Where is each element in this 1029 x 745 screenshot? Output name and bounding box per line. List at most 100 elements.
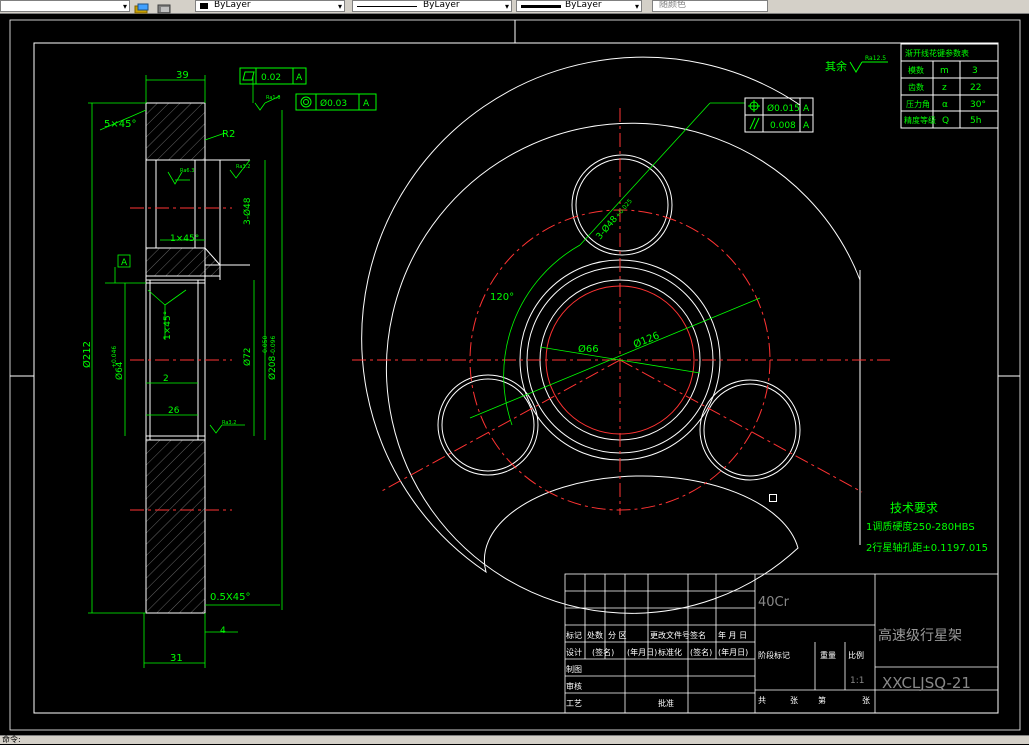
drawing-canvas[interactable]: 39 31 5×45° R2 1×45° A 2 26 0.5X45° 4 Ø2… [0, 13, 1029, 735]
linetype-sample [357, 6, 417, 7]
dim-chamfer-1x45: 1×45° [170, 234, 199, 244]
dim-1x45-b: 1×45° [163, 311, 173, 340]
gear-table: 渐开线花键参数表 模数 m 3 齿数 z 22 压力角 α 30° 精度等级 Q… [900, 43, 999, 129]
standard-signed: (签名) [690, 647, 712, 657]
gear-row-3-name: 压力角 [906, 99, 930, 109]
tech-req-line2: 2行星轴孔距±0.1197.015 [866, 541, 988, 554]
fcf-flatness: 0.02 A [239, 67, 307, 85]
layer-previous-icon[interactable] [155, 0, 173, 14]
dim-39: 39 [176, 70, 189, 81]
par-datum: A [803, 121, 810, 131]
flatness-datum: A [296, 73, 303, 83]
ratio-label: 比例 [848, 650, 864, 660]
rough-label-a: Ra6.3 [180, 168, 194, 174]
rough-label-b: Ra3.2 [236, 164, 250, 170]
fcf-coaxiality: Ø0.03 A [295, 93, 377, 111]
rough-label-c: Ra3.2 [222, 420, 236, 426]
plotstyle-control[interactable]: 随颜色 [652, 0, 768, 12]
upper-hatch-2 [145, 247, 221, 277]
pos-value: Ø0.015 [767, 103, 800, 114]
gear-table-title: 渐开线花键参数表 [905, 48, 969, 58]
gear-row-3-sym: α [942, 100, 948, 110]
lineweight-control[interactable]: ByLayer ▾ [516, 0, 642, 12]
fcf-position: Ø0.015 A 0.008 A [744, 97, 814, 133]
gear-row-2-val: 22 [970, 83, 981, 93]
linetype-control[interactable]: ByLayer ▾ [352, 0, 512, 12]
dim-3-48-right-tol: +0.025 [614, 198, 634, 220]
standard-date: (年月日) [718, 647, 748, 657]
coax-datum: A [363, 99, 370, 109]
dim-chamfer-05: 0.5X45° [210, 592, 250, 603]
dim-208-tol-up: -0.050 [262, 335, 269, 355]
pickbox-cursor [769, 494, 777, 502]
dim-120: 120° [490, 292, 514, 303]
page-label: 第 [818, 695, 826, 705]
dim-72: Ø72 [242, 347, 253, 366]
hole-right [699, 379, 801, 481]
front-view [352, 56, 890, 614]
hdr-date: 年 月 日 [718, 630, 747, 640]
chevron-down-icon: ▾ [122, 2, 127, 11]
gear-row-2-sym: z [942, 83, 947, 93]
gear-row-4-name: 精度等级 [904, 115, 936, 125]
dim-66: Ø66 [578, 343, 599, 355]
gear-row-1-name: 模数 [908, 65, 924, 75]
design-date: (年月日) [627, 647, 657, 657]
hdr-zone: 分 区 [608, 631, 627, 640]
dim-26: 26 [168, 406, 180, 416]
coax-value: Ø0.03 [320, 98, 347, 109]
stage-label: 阶段标记 [758, 650, 790, 660]
pos-datum: A [803, 104, 810, 114]
par-value: 0.008 [770, 121, 796, 131]
layer-dropdown-tail[interactable]: ▾ [0, 0, 130, 12]
dim-208-tol-dn: -0.096 [270, 335, 277, 355]
sheets-label: 张 [790, 696, 798, 705]
dim-208: Ø208 [267, 355, 278, 380]
lineweight-sample [521, 5, 561, 8]
dim-64-tol: +0.046 [111, 346, 118, 368]
gear-row-4-sym: Q [942, 116, 949, 126]
rest-rough-label: 其余 [825, 59, 847, 73]
gear-row-1-val: 3 [972, 66, 978, 76]
color-label: ByLayer [214, 0, 251, 10]
color-control[interactable]: ByLayer ▾ [195, 0, 345, 12]
design-label: 设计 [566, 647, 582, 657]
process-label: 工艺 [566, 699, 582, 708]
design-signed: (签名) [592, 647, 614, 657]
tech-req-line1: 1调质硬度250-280HBS [866, 520, 975, 533]
chevron-down-icon: ▾ [337, 2, 342, 11]
rest-rough-value: Ra12.5 [865, 55, 886, 62]
dim-212: Ø212 [81, 341, 93, 368]
hdr-docno: 更改文件号 [650, 630, 690, 640]
upper-hatch [145, 102, 206, 161]
gear-row-3-val: 30° [970, 100, 986, 110]
linetype-label: ByLayer [423, 0, 460, 10]
dim-31: 31 [170, 653, 183, 664]
drawing-number: XXCLJSQ-21 [882, 674, 971, 692]
front-dim-text: 120° Ø66 Ø126 3-Ø48 +0.025 [490, 198, 661, 355]
approve-label: 批准 [658, 698, 674, 708]
total-label: 共 [758, 696, 766, 705]
review-label: 审核 [566, 681, 582, 691]
draw-label: 制图 [566, 664, 582, 674]
lower-hatch [145, 439, 206, 614]
dim-fillet: R2 [222, 129, 235, 140]
plotstyle-label: 随颜色 [659, 0, 687, 10]
section-view [130, 102, 250, 614]
hole-left [437, 374, 539, 476]
chevron-down-icon: ▾ [504, 2, 509, 11]
standard-label: 标准化 [658, 647, 682, 657]
lineweight-label: ByLayer [565, 0, 602, 10]
tech-req-title: 技术要求 [890, 501, 938, 515]
dim-126: Ø126 [632, 330, 662, 351]
chevron-down-icon: ▾ [634, 2, 639, 11]
layer-states-icon[interactable] [133, 0, 151, 14]
material: 40Cr [758, 595, 790, 610]
front-dims [469, 102, 761, 426]
scale: 1:1 [850, 676, 864, 686]
dim-3-48-right: 3-Ø48 [594, 214, 620, 242]
dim-3-48: 3-Ø48 [242, 197, 253, 225]
color-swatch [200, 3, 208, 9]
gear-row-2-name: 齿数 [908, 82, 924, 92]
datum-a-label: A [121, 258, 128, 268]
